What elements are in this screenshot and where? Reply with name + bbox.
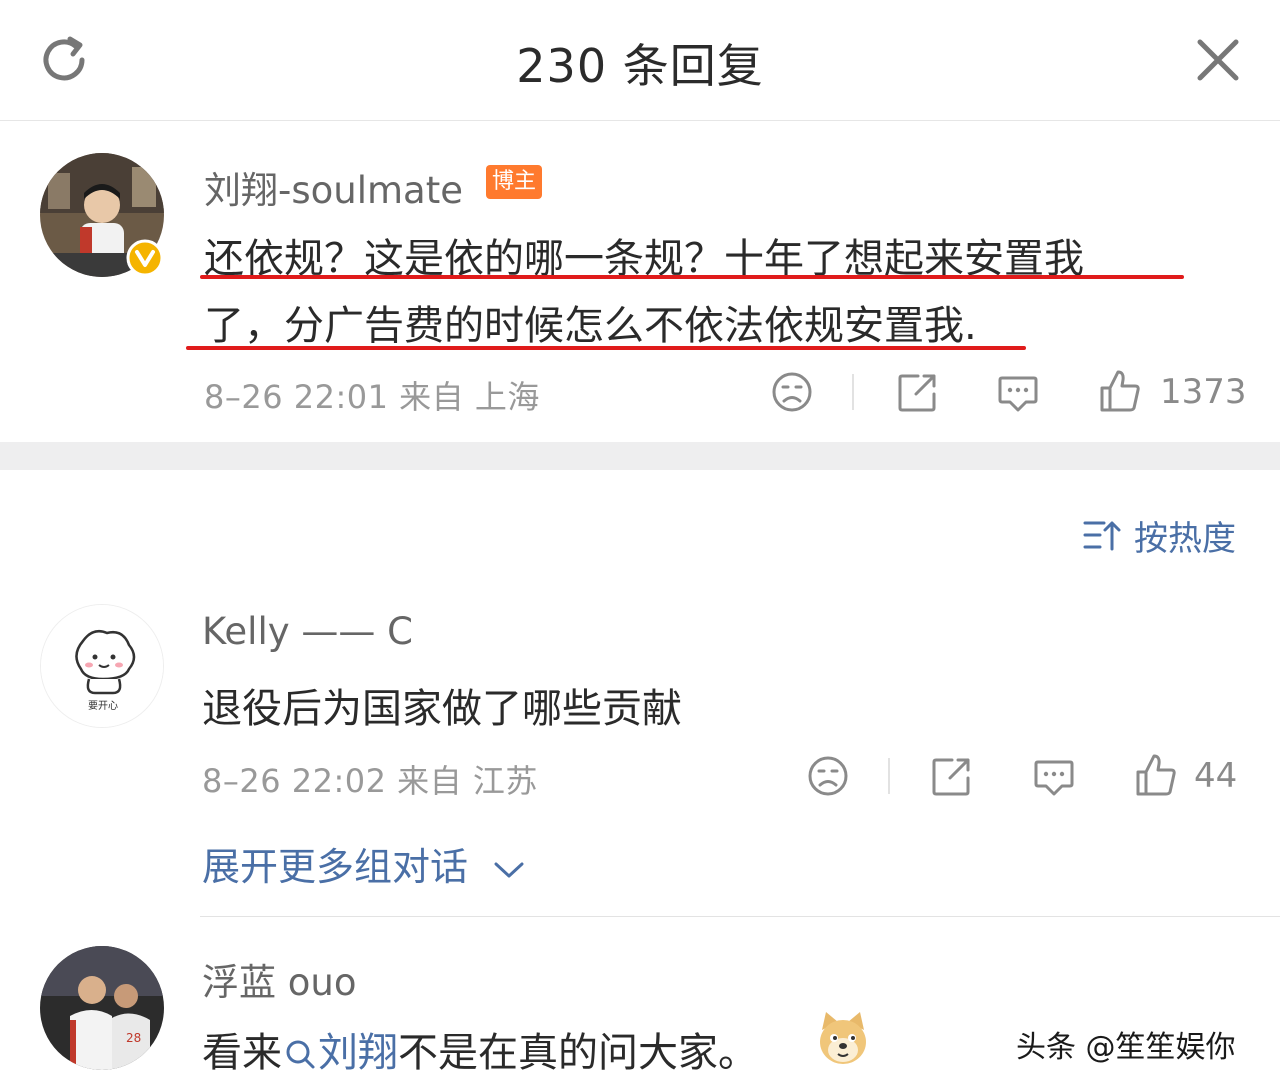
expand-label: 展开更多组对话 xyxy=(202,845,469,889)
reply-button[interactable] xyxy=(1032,754,1076,798)
reply-text: 退役后为国家做了哪些贡献 xyxy=(202,686,682,732)
comment-meta: 8–26 22:01 来自 上海 xyxy=(204,378,540,416)
reply-meta: 8–26 22:02 来自 江苏 xyxy=(202,762,538,800)
thumbs-up-icon xyxy=(1136,754,1176,796)
share-button[interactable] xyxy=(930,754,974,798)
dislike-button[interactable] xyxy=(806,754,850,798)
like-count: 44 xyxy=(1194,756,1238,796)
reply-author[interactable]: 浮蓝 ouo xyxy=(202,952,357,1006)
sad-face-icon xyxy=(808,756,848,796)
avatar[interactable]: 要开心 xyxy=(40,604,164,728)
sort-label: 按热度 xyxy=(1134,518,1236,559)
reply-button[interactable] xyxy=(996,370,1040,414)
verified-icon xyxy=(126,239,164,277)
highlight-underline-2 xyxy=(186,346,1026,350)
topic-link-text: 刘翔 xyxy=(318,1030,398,1076)
close-button[interactable] xyxy=(1188,30,1248,90)
sort-icon xyxy=(1083,521,1121,551)
topic-search-link[interactable]: 刘翔 xyxy=(282,1030,398,1076)
section-separator xyxy=(0,442,1280,470)
chevron-down-icon xyxy=(494,862,524,877)
like-button[interactable] xyxy=(1098,368,1142,412)
reply-text-prefix: 看来 xyxy=(202,1030,282,1076)
header-bar: 230 条回复 xyxy=(0,0,1280,121)
search-icon xyxy=(286,1040,315,1069)
share-icon xyxy=(898,374,936,412)
comment-author[interactable]: 刘翔-soulmate xyxy=(204,160,463,214)
comment-line-2: 了，分广告费的时候怎么不依法依规安置我. xyxy=(204,303,977,349)
sad-face-icon xyxy=(772,372,812,412)
doge-emoji-icon xyxy=(816,1010,870,1068)
thumbs-up-icon xyxy=(1100,370,1140,412)
highlight-underline-1 xyxy=(200,275,1184,279)
sort-by-hot-button[interactable]: 按热度 xyxy=(1082,512,1236,559)
share-button[interactable] xyxy=(896,370,940,414)
like-button[interactable] xyxy=(1134,752,1178,796)
close-icon xyxy=(1197,39,1239,81)
svg-text:28: 28 xyxy=(126,1031,141,1045)
dislike-button[interactable] xyxy=(770,370,814,414)
expand-more-conversations-link[interactable]: 展开更多组对话 xyxy=(202,836,526,891)
reply-author[interactable]: Kelly —— C xyxy=(202,610,413,653)
reply-text-suffix: 不是在真的问大家。 xyxy=(398,1030,758,1076)
action-divider xyxy=(888,758,890,794)
avatar-caption: 要开心 xyxy=(88,700,118,712)
share-icon xyxy=(932,758,970,796)
reply-text: 看来 刘翔不是在真的问大家。 xyxy=(202,1020,758,1078)
avatar[interactable]: 28 xyxy=(40,946,164,1070)
action-divider xyxy=(852,374,854,410)
comment-icon xyxy=(1034,760,1074,796)
watermark: 头条 @笙笙娱你 xyxy=(1016,1030,1236,1065)
author-badge: 博主 xyxy=(486,165,542,199)
page-title: 230 条回复 xyxy=(516,39,764,93)
reply-divider xyxy=(200,916,1280,917)
comment-icon xyxy=(998,376,1038,412)
like-count: 1373 xyxy=(1160,372,1247,412)
